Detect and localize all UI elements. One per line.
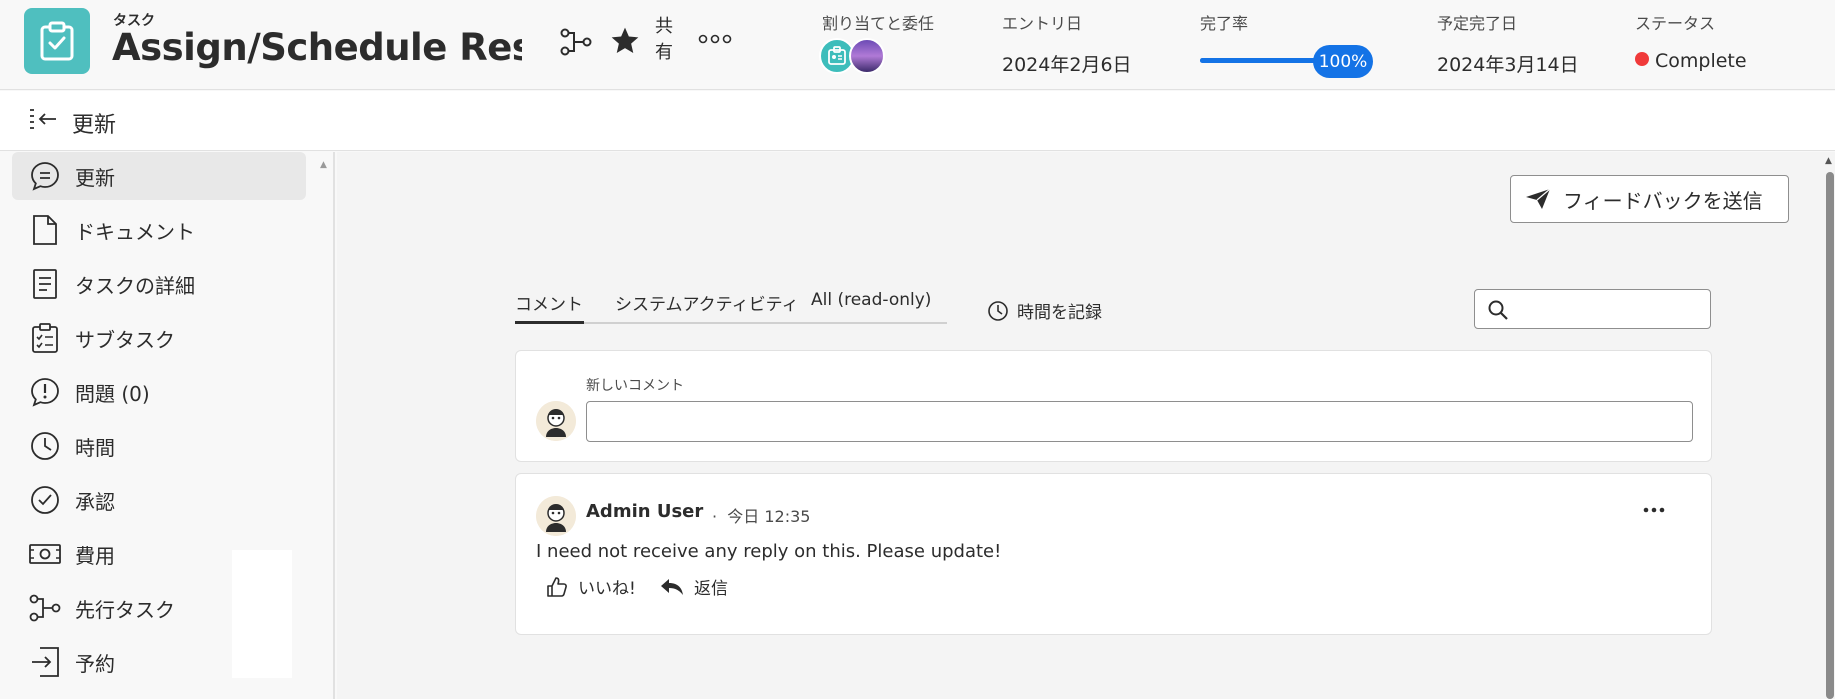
issue-icon xyxy=(27,374,63,410)
search-icon xyxy=(1487,299,1509,325)
percent-complete-field: 完了率 xyxy=(1200,10,1248,34)
main-scrollbar[interactable]: ▲ xyxy=(1822,152,1835,699)
status-dot xyxy=(1635,52,1649,66)
tab-comments[interactable]: コメント xyxy=(515,290,584,324)
updates-panel: フィードバックを送信 コメント システムアクティビティ All (read-on… xyxy=(337,152,1835,699)
log-time-label: 時間を記録 xyxy=(1017,303,1102,323)
assignment-field: 割り当てと委任 xyxy=(822,10,934,34)
sidebar-item-approvals[interactable]: 承認 xyxy=(12,476,306,524)
clock-icon xyxy=(987,300,1009,322)
comment-icon xyxy=(27,158,63,194)
status-text: Complete xyxy=(1655,50,1747,72)
entry-date-field: エントリ日 2024年2月6日 xyxy=(1002,10,1132,77)
status-label: ステータス xyxy=(1635,14,1716,33)
comment-timestamp: · 今日 12:35 xyxy=(712,507,811,526)
star-icon[interactable] xyxy=(608,24,642,58)
comment-author[interactable]: Admin User xyxy=(586,501,703,522)
comment-time-text: 今日 12:35 xyxy=(727,507,811,526)
progress-badge[interactable]: 100% xyxy=(1313,45,1373,78)
planned-completion-field: 予定完了日 2024年3月14日 xyxy=(1437,10,1579,77)
sidebar-item-label: 問題 (0) xyxy=(75,381,150,406)
section-header: 更新 xyxy=(0,91,1835,151)
more-icon[interactable] xyxy=(698,30,732,49)
sidebar-item-label: 先行タスク xyxy=(75,597,175,622)
comment-text: I need not receive any reply on this. Pl… xyxy=(536,541,1002,562)
search-input[interactable] xyxy=(1515,296,1705,324)
collapse-panel-icon[interactable] xyxy=(28,107,58,137)
author-avatar[interactable] xyxy=(536,496,576,536)
tab-bar: コメント システムアクティビティ All (read-only) xyxy=(515,290,947,324)
user-avatar[interactable] xyxy=(849,38,885,74)
task-clipboard-icon xyxy=(24,8,90,74)
percent-complete-label: 完了率 xyxy=(1200,14,1249,33)
sidebar-item-label: サブタスク xyxy=(75,327,175,352)
approval-icon xyxy=(27,482,63,518)
sidebar-item-label: 予約 xyxy=(75,651,115,676)
paper-plane-icon xyxy=(1525,188,1551,210)
expense-icon xyxy=(27,536,63,572)
booking-icon xyxy=(27,644,63,680)
planned-completion-label: 予定完了日 xyxy=(1437,14,1518,33)
task-title[interactable]: Assign/Schedule Res… xyxy=(112,26,522,69)
new-comment-label: 新しいコメント xyxy=(586,378,684,394)
sidebar-item-documents[interactable]: ドキュメント xyxy=(12,206,306,254)
predecessor-icon xyxy=(27,590,63,626)
reply-button[interactable]: 返信 xyxy=(660,574,728,599)
scroll-up-icon[interactable]: ▲ xyxy=(1825,156,1832,166)
details-icon xyxy=(27,266,63,302)
sidebar-item-hours[interactable]: 時間 xyxy=(12,422,306,470)
search-field[interactable] xyxy=(1474,289,1711,329)
sidebar-item-issues[interactable]: 問題 (0) xyxy=(12,368,306,416)
status-value[interactable]: Complete xyxy=(1635,50,1747,72)
reply-icon xyxy=(660,577,684,597)
object-header: タスク Assign/Schedule Res… 共有 割り当てと委任 xyxy=(0,0,1835,90)
tab-all-read-only[interactable]: All (read-only) xyxy=(811,290,931,324)
comment-card: Admin User · 今日 12:35 I need not receive… xyxy=(515,473,1712,635)
status-field: ステータス Complete xyxy=(1635,10,1747,72)
new-comment-input[interactable] xyxy=(586,401,1693,442)
document-icon xyxy=(27,212,63,248)
comment-more-icon[interactable] xyxy=(1636,498,1672,522)
planned-completion-value: 2024年3月14日 xyxy=(1437,54,1579,76)
entry-date-label: エントリ日 xyxy=(1002,14,1083,33)
entry-date-value: 2024年2月6日 xyxy=(1002,54,1132,76)
sidebar-item-subtasks[interactable]: サブタスク xyxy=(12,314,306,362)
send-feedback-button[interactable]: フィードバックを送信 xyxy=(1510,175,1789,223)
like-label: いいね! xyxy=(578,579,636,599)
sidebar-item-updates[interactable]: 更新 xyxy=(12,152,306,200)
sidebar-item-label: 費用 xyxy=(75,543,115,568)
log-time-button[interactable]: 時間を記録 xyxy=(987,298,1102,323)
feedback-button-label: フィードバックを送信 xyxy=(1563,188,1763,213)
share-button[interactable]: 共有 xyxy=(652,14,676,66)
sidebar-item-booking[interactable]: 予約 xyxy=(12,638,306,686)
current-user-avatar xyxy=(536,401,576,441)
sidebar: ▲ 更新 ドキュメント タスクの詳細 サブタスク 問題 (0) 時間 承認 費用… xyxy=(0,152,335,699)
section-title: 更新 xyxy=(72,113,117,138)
sidebar-item-predecessors[interactable]: 先行タスク xyxy=(12,584,306,632)
workflow-icon[interactable] xyxy=(560,26,592,58)
sidebar-item-label: ドキュメント xyxy=(75,219,195,244)
sidebar-item-label: タスクの詳細 xyxy=(75,273,195,298)
thumbs-up-icon xyxy=(546,576,568,598)
like-button[interactable]: いいね! xyxy=(546,574,636,599)
reply-label: 返信 xyxy=(694,579,728,599)
scrollbar-thumb[interactable] xyxy=(1826,172,1834,699)
sidebar-item-label: 承認 xyxy=(75,489,115,514)
tab-system-activity[interactable]: システムアクティビティ xyxy=(615,290,799,324)
sidebar-item-label: 時間 xyxy=(75,435,115,460)
subtask-icon xyxy=(27,320,63,356)
assignee-avatars[interactable] xyxy=(819,38,899,76)
scroll-up-icon[interactable]: ▲ xyxy=(320,160,327,170)
assignment-label: 割り当てと委任 xyxy=(822,14,935,33)
clock-icon xyxy=(27,428,63,464)
new-comment-card: 新しいコメント xyxy=(515,350,1712,462)
sidebar-item-task-details[interactable]: タスクの詳細 xyxy=(12,260,306,308)
sidebar-item-label: 更新 xyxy=(75,165,115,190)
